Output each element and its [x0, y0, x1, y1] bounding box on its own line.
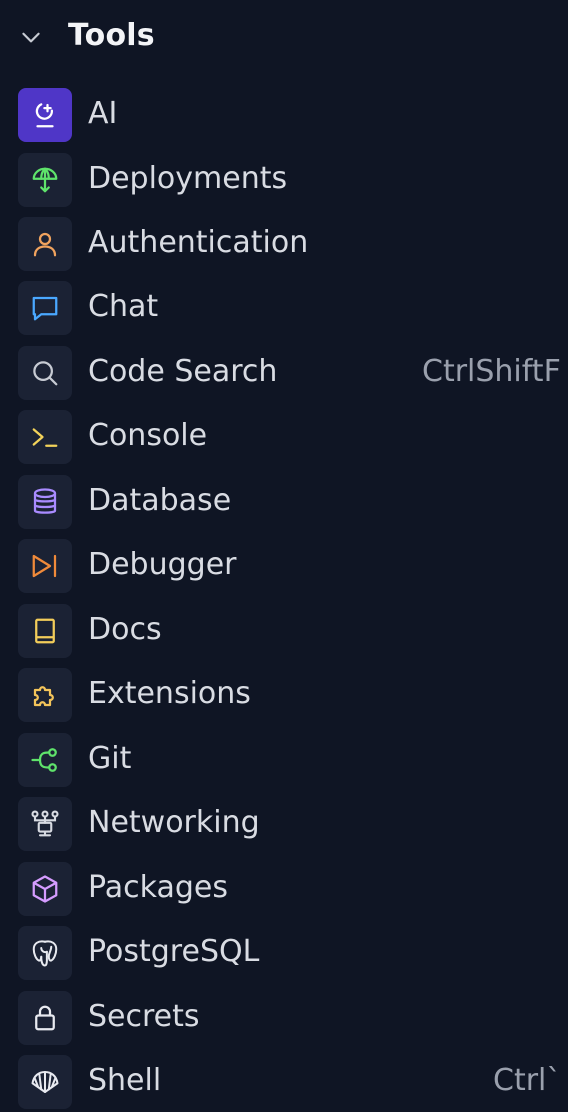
tool-label: Deployments: [88, 161, 288, 196]
tool-label: Chat: [88, 289, 159, 324]
tool-item-debugger[interactable]: Debugger: [0, 537, 568, 595]
tools-section-header[interactable]: Tools: [0, 10, 568, 62]
tool-item-packages[interactable]: Packages: [0, 860, 568, 918]
database-icon: [18, 475, 72, 529]
puzzle-icon: [18, 668, 72, 722]
console-icon: [18, 410, 72, 464]
chevron-down-icon[interactable]: [18, 24, 44, 50]
tool-label: Secrets: [88, 999, 200, 1034]
tool-item-extensions[interactable]: Extensions: [0, 666, 568, 724]
package-icon: [18, 862, 72, 916]
tool-label: AI: [88, 96, 118, 131]
tool-item-authentication[interactable]: Authentication: [0, 215, 568, 273]
tool-item-docs[interactable]: Docs: [0, 602, 568, 660]
tool-item-secrets[interactable]: Secrets: [0, 989, 568, 1047]
book-icon: [18, 604, 72, 658]
tool-item-deployments[interactable]: Deployments: [0, 151, 568, 209]
chat-icon: [18, 281, 72, 335]
tool-label: Console: [88, 418, 208, 453]
tool-label: Packages: [88, 870, 228, 905]
user-icon: [18, 217, 72, 271]
debugger-icon: [18, 539, 72, 593]
lock-icon: [18, 991, 72, 1045]
deployments-icon: [18, 153, 72, 207]
tool-label: Shell: [88, 1063, 162, 1098]
tool-label: Debugger: [88, 547, 237, 582]
tool-label: Git: [88, 741, 132, 776]
tool-label: Extensions: [88, 676, 251, 711]
section-title: Tools: [68, 18, 155, 53]
postgresql-icon: [18, 926, 72, 980]
git-icon: [18, 733, 72, 787]
network-icon: [18, 797, 72, 851]
tool-label: Database: [88, 483, 232, 518]
tool-label: Docs: [88, 612, 162, 647]
tool-item-networking[interactable]: Networking: [0, 795, 568, 853]
tool-label: PostgreSQL: [88, 934, 260, 969]
search-icon: [18, 346, 72, 400]
shortcut-label: CtrlShiftF: [422, 354, 561, 389]
tool-item-shell[interactable]: Shell Ctrl`: [0, 1053, 568, 1111]
tool-item-git[interactable]: Git: [0, 731, 568, 789]
tool-item-console[interactable]: Console: [0, 408, 568, 466]
tool-item-ai[interactable]: AI: [0, 86, 568, 144]
shortcut-label: Ctrl`: [493, 1063, 562, 1098]
tool-label: Authentication: [88, 225, 309, 260]
tool-item-code-search[interactable]: Code Search CtrlShiftF: [0, 344, 568, 402]
tool-item-postgresql[interactable]: PostgreSQL: [0, 924, 568, 982]
tool-label: Code Search: [88, 354, 278, 389]
tool-label: Networking: [88, 805, 260, 840]
shell-icon: [18, 1055, 72, 1109]
ai-icon: [18, 88, 72, 142]
tool-item-chat[interactable]: Chat: [0, 279, 568, 337]
tool-item-database[interactable]: Database: [0, 473, 568, 531]
